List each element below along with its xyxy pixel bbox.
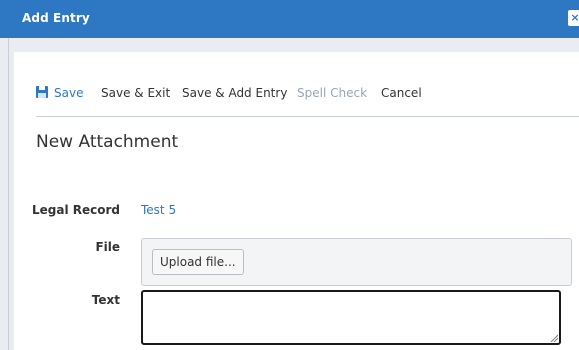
save-add-entry-button[interactable]: Save & Add Entry	[182, 84, 287, 102]
save-button[interactable]: Save	[36, 84, 83, 102]
legal-record-label: Legal Record	[31, 203, 120, 217]
save-button-label: Save	[54, 86, 84, 100]
resize-grip-icon[interactable]	[550, 334, 558, 342]
spell-check-button: Spell Check	[297, 86, 368, 100]
page-title: New Attachment	[36, 132, 179, 152]
save-exit-button[interactable]: Save & Exit	[101, 84, 170, 102]
add-entry-dialog: Add Entry × Save Save & Exit Save & Add …	[0, 0, 579, 350]
legal-record-link[interactable]: Test 5	[141, 202, 176, 218]
text-label: Text	[91, 293, 120, 307]
dialog-left-edge	[8, 38, 9, 350]
dialog-titlebar: Add Entry ×	[0, 0, 579, 38]
toolbar-divider	[36, 116, 579, 117]
form-panel: Save Save & Exit Save & Add Entry Spell …	[14, 52, 579, 350]
file-upload-box: Upload file...	[141, 238, 572, 286]
floppy-disk-icon	[36, 86, 48, 98]
cancel-button[interactable]: Cancel	[381, 84, 422, 102]
upload-file-button[interactable]: Upload file...	[152, 249, 244, 275]
dialog-title: Add Entry	[22, 11, 90, 25]
text-input[interactable]	[141, 290, 561, 345]
close-icon[interactable]: ×	[568, 10, 579, 26]
file-label: File	[95, 240, 120, 254]
